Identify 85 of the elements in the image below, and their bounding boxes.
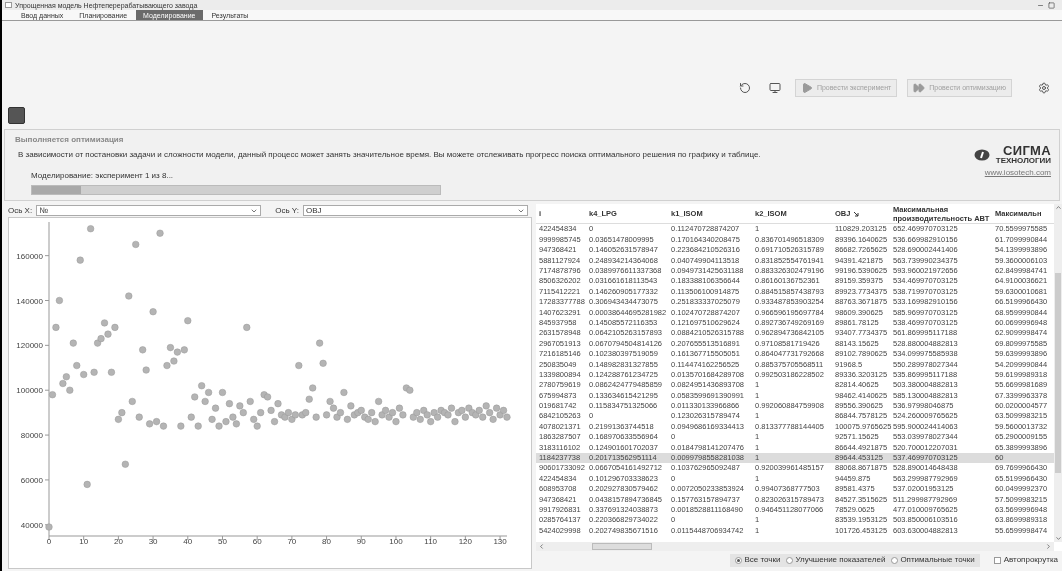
progress-label: Моделирование: эксперимент 1 из 8... (30, 170, 175, 182)
data-point (225, 400, 233, 408)
data-point (87, 225, 95, 233)
data-point (184, 317, 192, 325)
data-point (69, 339, 77, 347)
data-point (218, 388, 227, 396)
scroll-left-icon[interactable] (538, 543, 545, 550)
data-point (48, 391, 56, 399)
x-tick-label: 90 (356, 537, 366, 544)
play-icon (800, 82, 813, 94)
data-point (90, 368, 98, 376)
data-point (100, 319, 109, 327)
horizontal-scrollbar[interactable] (536, 542, 1054, 551)
axis-select[interactable]: OBJ (302, 205, 528, 216)
data-point (212, 404, 220, 412)
monitor-icon (768, 82, 781, 94)
data-point (121, 460, 129, 468)
scroll-up-icon[interactable] (1054, 204, 1062, 211)
x-tick-label: 50 (218, 537, 227, 544)
y-tick-label: 100000 (16, 386, 43, 396)
y-tick-label: 60000 (20, 475, 43, 485)
data-point (83, 480, 91, 488)
scroll-right-icon[interactable] (1044, 543, 1052, 550)
data-point (316, 339, 324, 347)
data-point (340, 388, 348, 396)
x-tick-label: 100 (389, 537, 403, 544)
reset-icon (738, 82, 751, 94)
data-point (177, 422, 185, 430)
axis-label: Ось Y: (275, 204, 299, 217)
axis-label: Ось X: (8, 204, 33, 217)
window-icon (5, 2, 12, 8)
x-tick-label: 120 (458, 537, 473, 544)
y-tick-label: 120000 (16, 341, 43, 351)
data-point (107, 368, 115, 376)
data-point (52, 323, 60, 331)
data-point (319, 359, 327, 367)
data-point (312, 413, 320, 421)
y-tick-label: 40000 (20, 520, 43, 530)
x-tick-label: 130 (493, 537, 507, 544)
logo-subtitle: ТЕХНОЛОГИИ (995, 157, 1051, 165)
x-tick-label: 10 (79, 537, 89, 544)
data-point (295, 362, 303, 370)
data-point (305, 395, 313, 403)
status-title: Выполняется оптимизация (15, 134, 125, 146)
x-tick-label: 30 (148, 537, 158, 544)
logo-name: СИГМА (1003, 144, 1051, 157)
maximize-icon[interactable] (1048, 1, 1055, 9)
data-point (309, 384, 317, 392)
data-point (243, 323, 251, 331)
autoscroll-checkbox[interactable]: Автопрокрутка (993, 554, 1058, 566)
fast-forward-icon (913, 82, 926, 94)
data-point (128, 397, 136, 405)
data-point (132, 240, 140, 248)
x-tick-label: 40 (183, 537, 193, 544)
data-point (149, 308, 157, 316)
x-tick-label: 110 (424, 537, 438, 544)
x-tick-label: 20 (113, 537, 123, 544)
x-tick-label: 60 (252, 537, 262, 544)
data-point (191, 393, 199, 401)
x-tick-label: 80 (322, 537, 332, 544)
stop-button[interactable] (8, 106, 25, 124)
data-point (156, 229, 164, 237)
y-tick-label: 140000 (16, 296, 43, 306)
filter-radio[interactable]: Все точки (735, 554, 781, 566)
logo-icon (973, 148, 990, 161)
x-tick-label: 70 (287, 537, 297, 544)
vertical-scrollbar[interactable] (1054, 204, 1062, 542)
y-tick-label: 80000 (20, 431, 43, 441)
filter-radio[interactable]: Оптимальные точки (891, 554, 975, 566)
y-tick-label: 160000 (16, 251, 43, 261)
scroll-down-icon[interactable] (1054, 535, 1062, 542)
data-point (45, 523, 53, 531)
settings-icon (1038, 82, 1050, 94)
x-tick-label: 0 (46, 537, 52, 544)
data-point (139, 346, 147, 354)
data-point (246, 397, 254, 405)
data-point (55, 296, 63, 305)
website-link[interactable]: www.iosotech.com (984, 167, 1051, 179)
filter-radio[interactable]: Улучшение показателей (786, 554, 886, 566)
axis-select[interactable]: № (36, 205, 262, 216)
data-point (142, 366, 150, 374)
data-point (76, 256, 84, 264)
status-message: В зависимости от постановки задачи и сложности модели, данный процесс может занять значительное время. Вы можете отслеживать прогресс поиска оптимального решения по графику и таблице. (17, 149, 761, 161)
data-point (135, 413, 143, 421)
data-point (125, 292, 133, 300)
